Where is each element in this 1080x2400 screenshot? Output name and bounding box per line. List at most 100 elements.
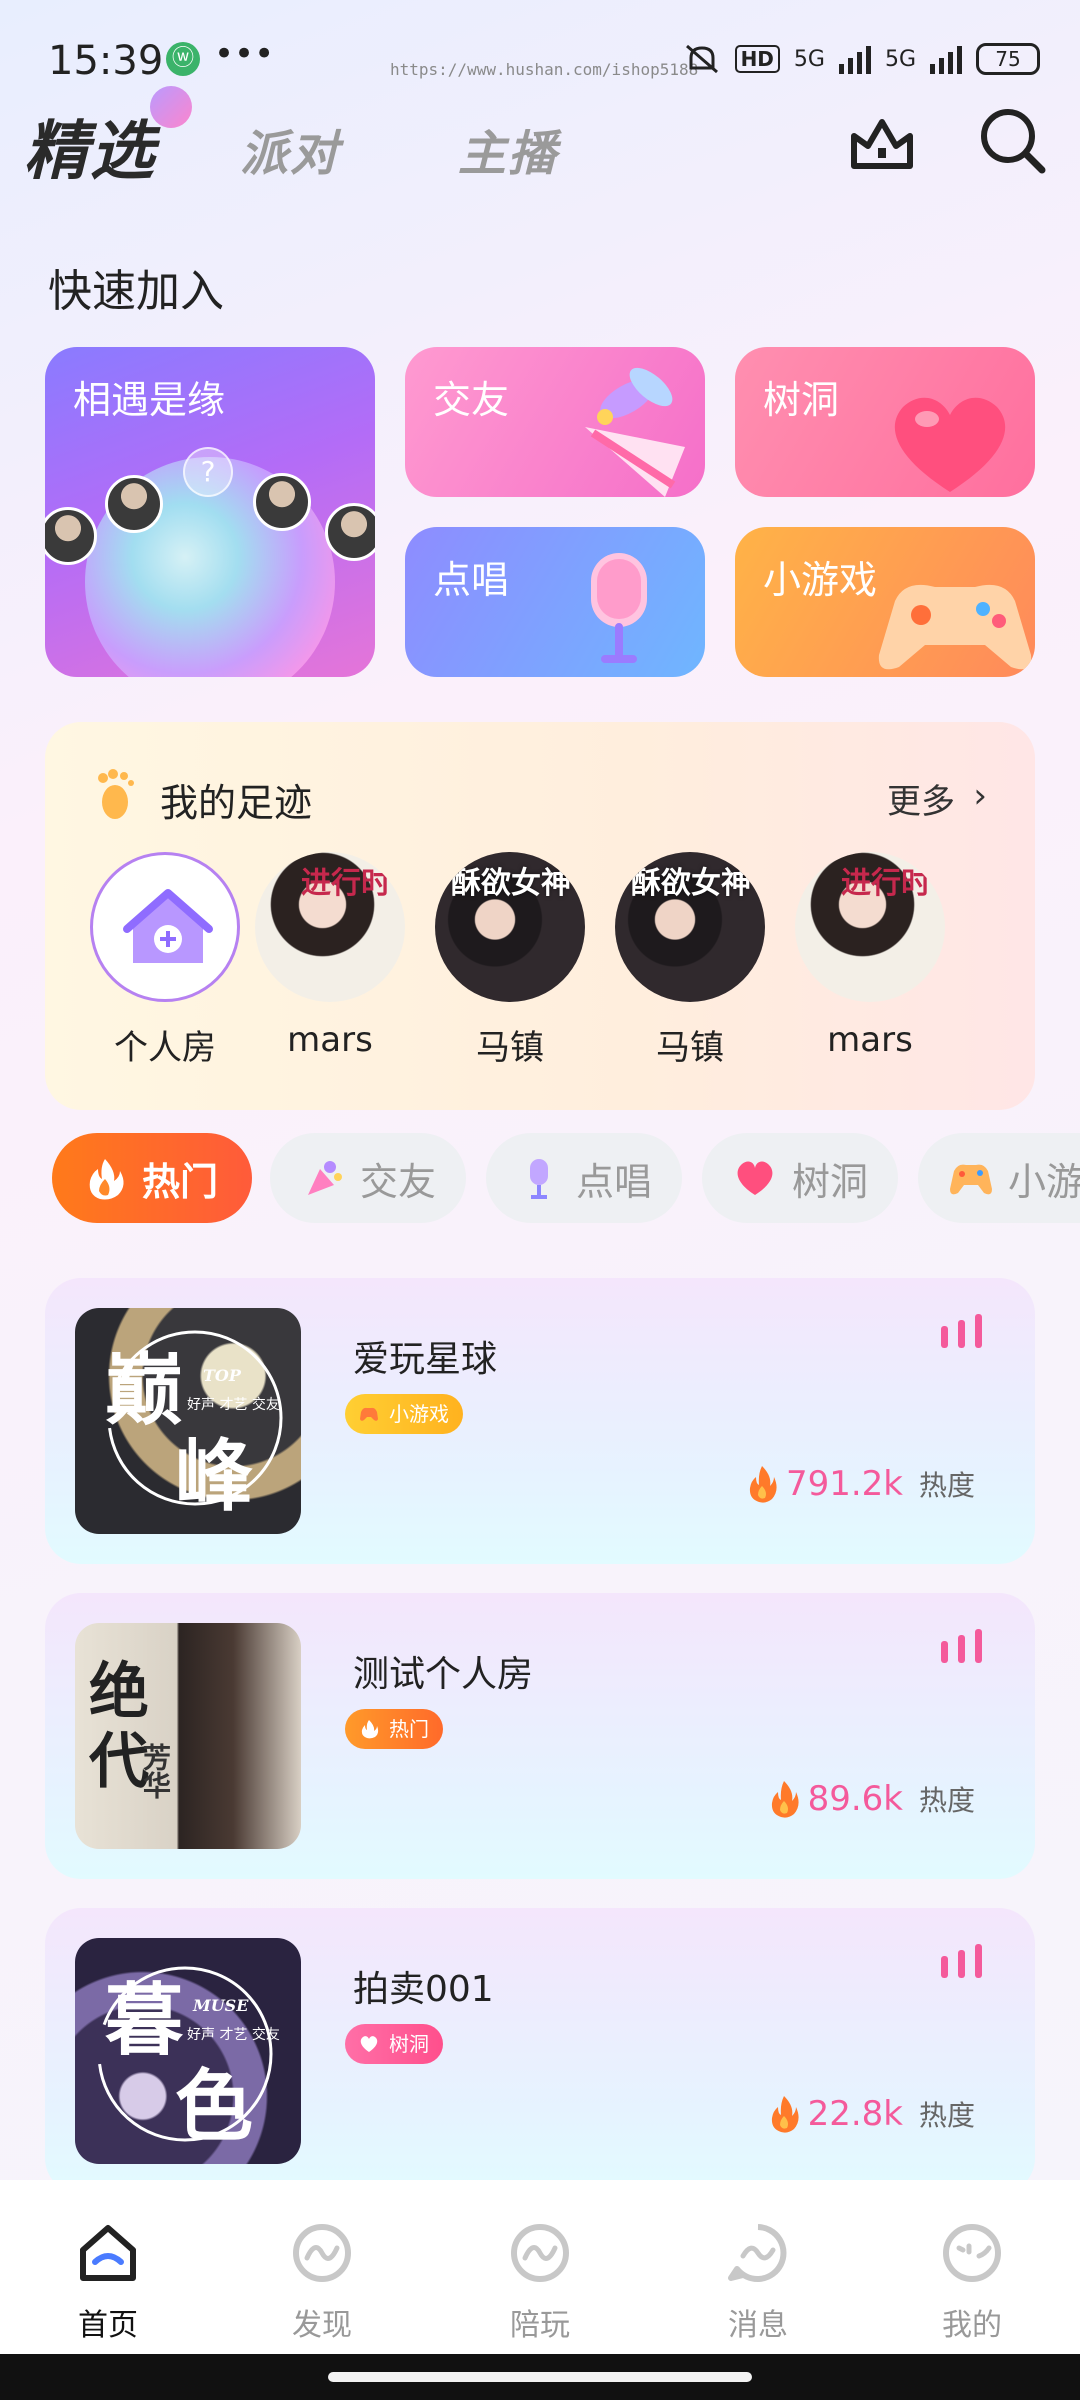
room-tag-label: 小游戏 [389,1402,449,1426]
category-chip-friends[interactable]: 交友 [270,1133,466,1223]
bottom-nav: 首页 发现 陪玩 消息 我的 [0,2180,1080,2354]
discover-icon [293,2224,351,2282]
tab-party[interactable]: 派对 [240,114,340,184]
footprint-name: mars [287,1020,373,1060]
nav-home[interactable]: 首页 [38,2220,178,2344]
home-avatar [90,852,240,1002]
footprint-item[interactable]: 酥欲女神 马镇 [435,852,585,1069]
status-indicators: HD 5G 5G 75 [683,42,1040,76]
nav-discover[interactable]: 发现 [252,2220,392,2344]
quick-card-label: 交友 [433,378,510,422]
cover-title: 色 [175,2061,254,2152]
gamepad-icon [360,1407,378,1421]
quick-card-match[interactable]: ? 相遇是缘 [45,347,375,677]
room-cover: 暮 色 MUSE 好声 才艺 交友 [75,1938,301,2164]
footprint-item[interactable]: 进行时 mars [795,852,945,1060]
flame-icon [771,1781,799,1818]
heat-unit: 热度 [918,1469,975,1502]
category-chip-sing[interactable]: 点唱 [486,1133,682,1223]
category-chip-games[interactable]: 小游戏 [918,1133,1080,1223]
footprint-name: mars [827,1020,913,1060]
cover-subtitle: MUSE [193,1996,249,2015]
audio-wave-icon [941,1314,982,1348]
footprint-icon [98,769,134,819]
cover-subtitle: TOP [203,1366,241,1385]
nav-playmate[interactable]: 陪玩 [470,2220,610,2344]
audio-wave-icon [941,1629,982,1663]
heart-icon [894,397,1006,492]
nav-label: 首页 [78,2308,138,2343]
top-nav: 精选 派对 主播 [0,86,1080,200]
footprint-item[interactable]: 个人房 [90,852,240,1069]
room-card[interactable]: 绝 代 芳华 测试个人房 热门 89.6k 热度 [45,1593,1035,1879]
tab-featured[interactable]: 精选 [24,100,156,192]
quick-card-sing[interactable]: 点唱 [405,527,705,677]
avatar [325,503,375,561]
flame-icon [771,2096,799,2133]
search-icon[interactable] [978,106,1048,176]
home-icon [80,2225,136,2281]
chevron-right-icon[interactable]: › [973,776,987,816]
crown-icon[interactable] [848,108,916,176]
footprint-item[interactable]: 酥欲女神 马镇 [615,852,765,1069]
room-card[interactable]: 巅 峰 TOP 好声 才艺 交友 爱玩星球 小游戏 791.2k 热度 [45,1278,1035,1564]
room-tag-label: 树洞 [389,2032,429,2056]
footprint-name: 马镇 [476,1028,544,1068]
category-label: 小游戏 [1008,1159,1080,1204]
nav-profile[interactable]: 我的 [902,2220,1042,2344]
avatar-caption: 酥欲女神 [451,866,571,901]
quick-card-games[interactable]: 小游戏 [735,527,1035,677]
heart-icon [360,2036,378,2052]
avatar-caption: 进行时 [301,866,391,901]
room-tag: 树洞 [345,2024,443,2064]
heat-unit: 热度 [918,2099,975,2132]
home-gesture-bar[interactable] [328,2372,752,2382]
category-label: 热门 [142,1159,219,1204]
room-title: 拍卖001 [353,1969,494,2010]
question-icon: ? [183,447,233,497]
hd-icon: HD [734,45,780,73]
room-cover: 绝 代 芳华 [75,1623,301,1849]
quick-card-label: 树洞 [763,378,840,422]
system-nav-bar [0,2354,1080,2400]
flame-icon [749,1466,777,1503]
playmate-icon [511,2224,569,2282]
signal-icon [838,44,871,74]
category-chip-treehole[interactable]: 树洞 [702,1133,898,1223]
room-card[interactable]: 暮 色 MUSE 好声 才艺 交友 拍卖001 树洞 22.8k 热度 [45,1908,1035,2194]
profile-icon [943,2224,1001,2282]
network-type-1: 5G [793,46,825,72]
category-chip-hot[interactable]: 热门 [52,1133,252,1223]
quick-join-title: 快速加入 [48,266,224,317]
heat-value: 791.2k [785,1464,903,1504]
message-icon [728,2224,787,2282]
heart-icon [737,1161,773,1195]
network-type-2: 5G [884,46,916,72]
nav-label: 我的 [942,2308,1002,2343]
fire-icon [361,1720,379,1739]
footprint-name: 个人房 [114,1028,216,1068]
room-title: 测试个人房 [353,1654,534,1695]
party-popper-icon [585,367,685,497]
quick-card-friends[interactable]: 交友 [405,347,705,497]
tab-indicator-dot [150,86,192,128]
mute-icon [685,44,718,74]
mic-icon [530,1159,548,1199]
avatar-caption: 进行时 [841,866,931,901]
room-tag: 热门 [345,1709,443,1749]
avatar [253,473,311,531]
status-time: 15:39 [48,38,164,84]
avatar-caption: 酥欲女神 [631,866,751,901]
footprint-name: 马镇 [656,1028,724,1068]
microphone-icon [591,553,647,663]
footprint-panel: 我的足迹 更多 › 个人房 进行时 mars 酥欲女神 马镇 酥欲女神 马镇 进… [45,722,1035,1110]
tab-host[interactable]: 主播 [458,114,558,184]
signal-icon [930,44,962,74]
quick-card-label: 相遇是缘 [73,378,226,422]
nav-messages[interactable]: 消息 [688,2220,828,2344]
fire-icon [89,1159,124,1200]
footprint-item[interactable]: 进行时 mars [255,852,405,1060]
footprint-more-link[interactable]: 更多 [887,774,955,823]
quick-card-treehole[interactable]: 树洞 [735,347,1035,497]
quick-card-label: 小游戏 [763,558,878,602]
